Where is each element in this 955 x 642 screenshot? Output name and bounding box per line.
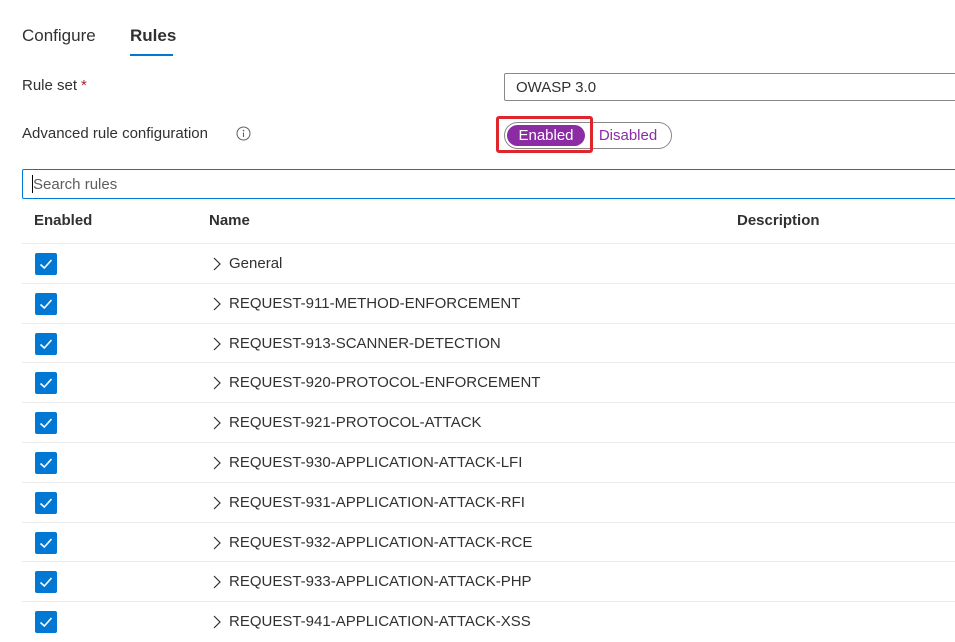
chevron-right-icon[interactable] bbox=[212, 496, 222, 510]
checkmark-icon bbox=[39, 299, 53, 309]
table-row: REQUEST-921-PROTOCOL-ATTACK bbox=[22, 402, 955, 442]
rule-enabled-checkbox[interactable] bbox=[35, 531, 57, 554]
active-tab-indicator bbox=[130, 54, 173, 56]
rule-group-name[interactable]: REQUEST-920-PROTOCOL-ENFORCEMENT bbox=[229, 374, 540, 391]
toggle-disabled-option[interactable]: Disabled bbox=[591, 125, 665, 146]
table-row: REQUEST-932-APPLICATION-ATTACK-RCE bbox=[22, 521, 955, 562]
chevron-right-icon[interactable] bbox=[212, 615, 222, 629]
checkmark-icon bbox=[39, 339, 53, 349]
required-mark: * bbox=[81, 77, 87, 94]
rule-group-name[interactable]: REQUEST-921-PROTOCOL-ATTACK bbox=[229, 414, 482, 431]
column-header-description[interactable]: Description bbox=[737, 212, 820, 229]
checkmark-icon bbox=[39, 458, 53, 469]
info-icon[interactable] bbox=[236, 126, 251, 141]
text-cursor bbox=[32, 175, 33, 193]
rule-group-name[interactable]: REQUEST-932-APPLICATION-ATTACK-RCE bbox=[229, 534, 532, 551]
tab-configure[interactable]: Configure bbox=[22, 26, 96, 46]
checkmark-icon bbox=[39, 498, 53, 508]
checkmark-icon bbox=[39, 577, 53, 588]
rule-enabled-checkbox[interactable] bbox=[35, 611, 57, 634]
table-row: REQUEST-913-SCANNER-DETECTION bbox=[22, 322, 955, 363]
table-row: REQUEST-931-APPLICATION-ATTACK-RFI bbox=[22, 481, 955, 522]
rule-group-name[interactable]: REQUEST-930-APPLICATION-ATTACK-LFI bbox=[229, 454, 522, 471]
tab-rules[interactable]: Rules bbox=[130, 26, 176, 46]
chevron-right-icon[interactable] bbox=[212, 376, 222, 390]
rule-group-name[interactable]: General bbox=[229, 255, 282, 272]
table-row: REQUEST-933-APPLICATION-ATTACK-PHP bbox=[22, 561, 955, 601]
search-rules-input[interactable] bbox=[22, 169, 955, 199]
checkmark-icon bbox=[39, 538, 53, 548]
chevron-right-icon[interactable] bbox=[212, 536, 222, 550]
checkmark-icon bbox=[39, 418, 53, 429]
highlight-annotation bbox=[496, 116, 593, 153]
column-header-name[interactable]: Name bbox=[209, 212, 250, 229]
rule-enabled-checkbox[interactable] bbox=[35, 412, 57, 435]
rule-enabled-checkbox[interactable] bbox=[35, 372, 57, 395]
rule-enabled-checkbox[interactable] bbox=[35, 491, 57, 514]
table-row: REQUEST-920-PROTOCOL-ENFORCEMENT bbox=[22, 362, 955, 402]
chevron-right-icon[interactable] bbox=[212, 416, 222, 430]
advanced-rule-config-label: Advanced rule configuration bbox=[22, 125, 208, 142]
rule-enabled-checkbox[interactable] bbox=[35, 452, 57, 474]
table-row: REQUEST-930-APPLICATION-ATTACK-LFI bbox=[22, 442, 955, 482]
rule-set-select[interactable]: OWASP 3.0 bbox=[504, 73, 955, 101]
chevron-right-icon[interactable] bbox=[212, 456, 222, 470]
rule-set-label: Rule set * bbox=[22, 77, 87, 94]
chevron-right-icon[interactable] bbox=[212, 575, 222, 589]
checkmark-icon bbox=[39, 617, 53, 628]
chevron-right-icon[interactable] bbox=[212, 337, 222, 351]
rule-group-name[interactable]: REQUEST-913-SCANNER-DETECTION bbox=[229, 335, 501, 352]
rule-group-name[interactable]: REQUEST-933-APPLICATION-ATTACK-PHP bbox=[229, 573, 532, 590]
table-row: General bbox=[22, 243, 955, 283]
rule-group-name[interactable]: REQUEST-911-METHOD-ENFORCEMENT bbox=[229, 295, 520, 312]
chevron-right-icon[interactable] bbox=[212, 297, 222, 311]
column-header-enabled[interactable]: Enabled bbox=[34, 212, 92, 229]
rule-set-label-text: Rule set bbox=[22, 77, 78, 94]
rule-set-value: OWASP 3.0 bbox=[516, 79, 597, 96]
chevron-right-icon[interactable] bbox=[212, 257, 222, 271]
rule-group-name[interactable]: REQUEST-931-APPLICATION-ATTACK-RFI bbox=[229, 494, 525, 511]
table-row: REQUEST-941-APPLICATION-ATTACK-XSS bbox=[22, 601, 955, 641]
rule-enabled-checkbox[interactable] bbox=[35, 292, 57, 315]
table-row: REQUEST-911-METHOD-ENFORCEMENT bbox=[22, 282, 955, 323]
checkmark-icon bbox=[39, 378, 53, 389]
rule-group-name[interactable]: REQUEST-941-APPLICATION-ATTACK-XSS bbox=[229, 613, 531, 630]
rule-enabled-checkbox[interactable] bbox=[35, 571, 57, 594]
rule-enabled-checkbox[interactable] bbox=[35, 253, 57, 275]
rule-enabled-checkbox[interactable] bbox=[35, 332, 57, 355]
checkmark-icon bbox=[39, 259, 53, 270]
